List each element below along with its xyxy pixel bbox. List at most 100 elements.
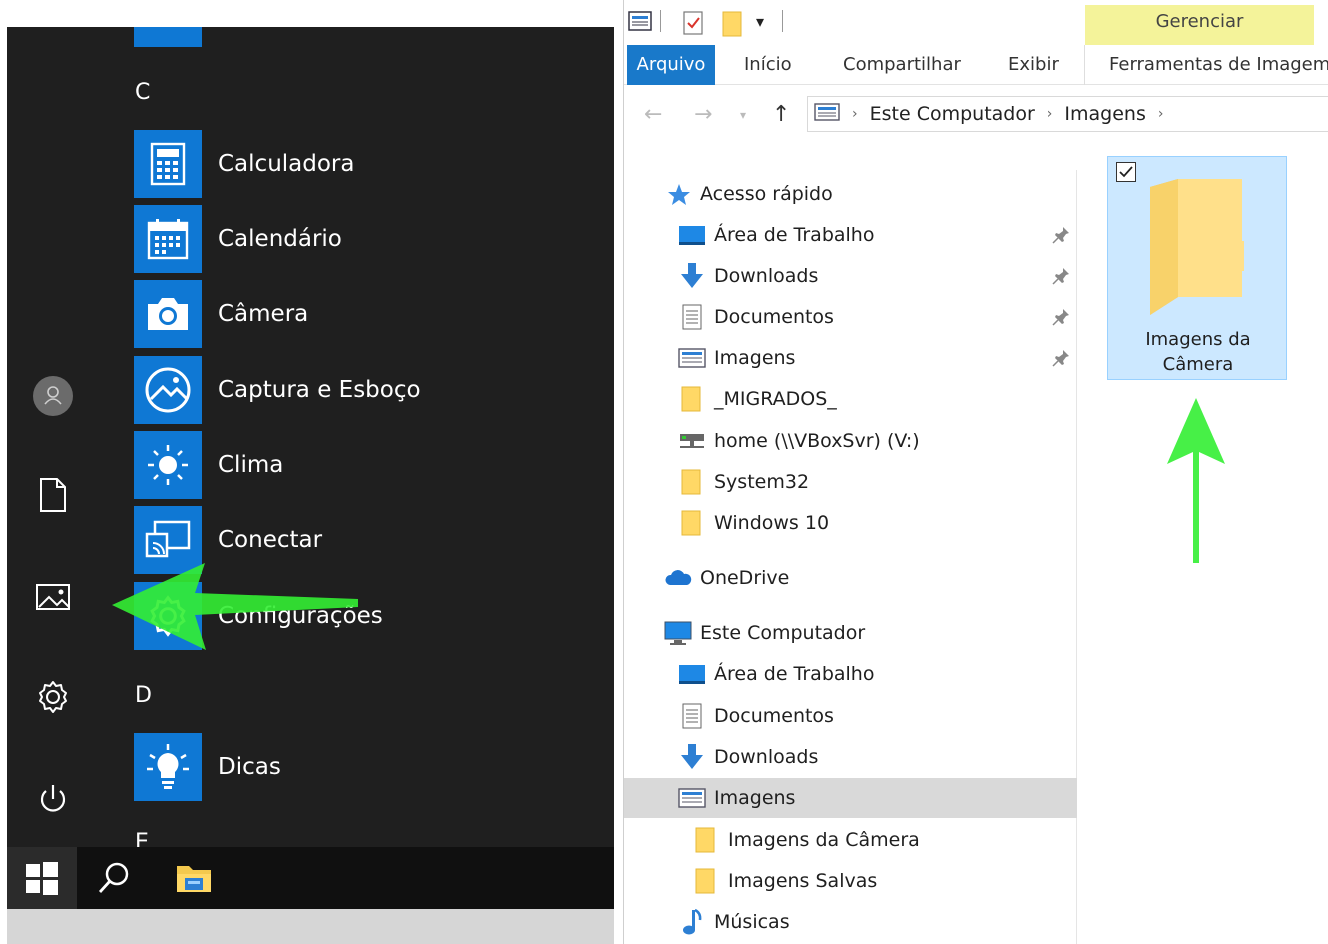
large-folder-icon (1142, 171, 1252, 325)
nav-system32[interactable]: System32 (624, 462, 1077, 502)
nav-label: Área de Trabalho (714, 663, 875, 685)
folder-icon (678, 509, 706, 537)
breadcrumb-this-pc[interactable]: Este Computador (870, 103, 1035, 125)
address-bar[interactable]: › Este Computador › Imagens › (807, 96, 1328, 132)
nav-label: System32 (714, 471, 810, 493)
nav-quick-access[interactable]: Acesso rápido (624, 174, 1077, 214)
pin-icon[interactable] (1052, 226, 1070, 249)
app-dicas[interactable]: Dicas (134, 733, 604, 801)
nav-label: Documentos (714, 306, 834, 328)
app-conectar[interactable]: Conectar (134, 506, 604, 574)
breadcrumb-chevron-icon[interactable]: › (1158, 106, 1164, 122)
nav-pc-downloads[interactable]: Downloads (624, 737, 1077, 777)
start-rail (7, 27, 99, 847)
nav-label: Documentos (714, 705, 834, 727)
user-avatar-icon[interactable] (33, 376, 73, 416)
app-calculadora[interactable]: Calculadora (134, 130, 604, 198)
app-clima[interactable]: Clima (134, 431, 604, 499)
breadcrumb-pictures[interactable]: Imagens (1064, 103, 1145, 125)
group-letter-c[interactable]: C (135, 80, 150, 105)
desktop-icon (678, 660, 706, 688)
app-label: Calendário (218, 226, 342, 252)
search-icon[interactable] (79, 847, 149, 909)
pin-icon[interactable] (1052, 308, 1070, 331)
nav-home-share[interactable]: home (\\VBoxSvr) (V:) (624, 421, 1077, 461)
folder-icon (678, 468, 706, 496)
tab-picture-tools[interactable]: Ferramentas de Imagem (1097, 45, 1328, 85)
pictures-location-icon (814, 102, 840, 127)
nav-music[interactable]: Músicas (624, 902, 1077, 942)
pin-icon[interactable] (1052, 349, 1070, 372)
group-letter-d[interactable]: D (135, 683, 152, 708)
nav-camera-roll[interactable]: Imagens da Câmera (624, 820, 1077, 860)
nav-windows10[interactable]: Windows 10 (624, 503, 1077, 543)
nav-label: Área de Trabalho (714, 224, 875, 246)
app-camera[interactable]: Câmera (134, 280, 604, 348)
cloud-icon (664, 564, 692, 592)
new-folder-icon[interactable] (722, 10, 744, 42)
back-arrow-icon[interactable]: ← (644, 102, 662, 127)
forward-arrow-icon[interactable]: → (694, 102, 712, 127)
app-label: Conectar (218, 527, 323, 553)
app-label: Captura e Esboço (218, 377, 421, 403)
app-configuracoes[interactable]: Configurações (134, 582, 604, 650)
app-calendario[interactable]: Calendário (134, 205, 604, 273)
breadcrumb-chevron-icon[interactable]: › (852, 106, 858, 122)
pictures-icon[interactable] (33, 577, 73, 617)
tab-share[interactable]: Compartilhar (831, 45, 973, 85)
breadcrumb-chevron-icon[interactable]: › (1047, 106, 1053, 122)
documents-icon[interactable] (33, 475, 73, 515)
nav-desktop[interactable]: Área de Trabalho (624, 215, 1077, 255)
nav-pc-desktop[interactable]: Área de Trabalho (624, 654, 1077, 694)
nav-onedrive[interactable]: OneDrive (624, 558, 1077, 598)
annotation-arrow-up (1167, 398, 1225, 563)
folder-item-label: Imagens da Câmera (1108, 327, 1288, 377)
nav-pc-pictures[interactable]: Imagens (624, 778, 1077, 818)
nav-pc-documents[interactable]: Documentos (624, 696, 1077, 736)
windows-start-icon[interactable] (7, 847, 77, 909)
nav-label: OneDrive (700, 567, 790, 589)
power-icon[interactable] (33, 779, 73, 819)
nav-label: _MIGRADOS_ (714, 388, 837, 410)
nav-label: Downloads (714, 746, 819, 768)
item-checkbox[interactable] (1116, 162, 1136, 182)
contextual-tab-manage[interactable]: Gerenciar (1085, 5, 1314, 45)
folder-item-camera-roll[interactable]: Imagens da Câmera (1107, 156, 1287, 380)
nav-migrados[interactable]: _MIGRADOS_ (624, 379, 1077, 419)
music-note-icon (678, 908, 706, 936)
nav-label: Windows 10 (714, 512, 830, 534)
desktop-strip (7, 909, 614, 944)
settings-icon[interactable] (33, 677, 73, 717)
app-captura-esboco[interactable]: Captura e Esboço (134, 356, 604, 424)
file-explorer-icon[interactable] (159, 847, 229, 909)
network-drive-icon (678, 427, 706, 455)
document-icon (678, 303, 706, 331)
app-label: Câmera (218, 301, 309, 327)
start-menu: C Calculadora Calendário Câmera Captura … (7, 27, 614, 944)
app-label: Clima (218, 452, 284, 478)
properties-check-icon[interactable] (682, 10, 706, 40)
nav-saved-pictures[interactable]: Imagens Salvas (624, 861, 1077, 901)
nav-downloads[interactable]: Downloads (624, 256, 1077, 296)
tab-home[interactable]: Início (732, 45, 804, 85)
nav-label: home (\\VBoxSvr) (V:) (714, 430, 920, 452)
camera-icon (134, 280, 202, 348)
tab-file[interactable]: Arquivo (627, 45, 715, 85)
app-label: Configurações (218, 603, 383, 629)
weather-sun-icon (134, 431, 202, 499)
up-arrow-icon[interactable]: ↑ (772, 102, 790, 127)
nav-this-pc[interactable]: Este Computador (624, 613, 1077, 653)
recent-locations-chevron-icon[interactable]: ▾ (740, 108, 746, 122)
nav-pictures[interactable]: Imagens (624, 338, 1077, 378)
pin-icon[interactable] (1052, 267, 1070, 290)
customize-qat-icon[interactable]: ▾ (756, 12, 764, 31)
connect-cast-icon (134, 506, 202, 574)
tab-view[interactable]: Exibir (996, 45, 1071, 85)
folder-label-line1: Imagens da (1145, 329, 1251, 350)
computer-icon (664, 619, 692, 647)
qat-separator (782, 10, 783, 32)
star-icon (664, 180, 692, 208)
nav-documents[interactable]: Documentos (624, 297, 1077, 337)
settings-gear-icon (134, 582, 202, 650)
group-letter-e[interactable]: E (135, 830, 149, 847)
